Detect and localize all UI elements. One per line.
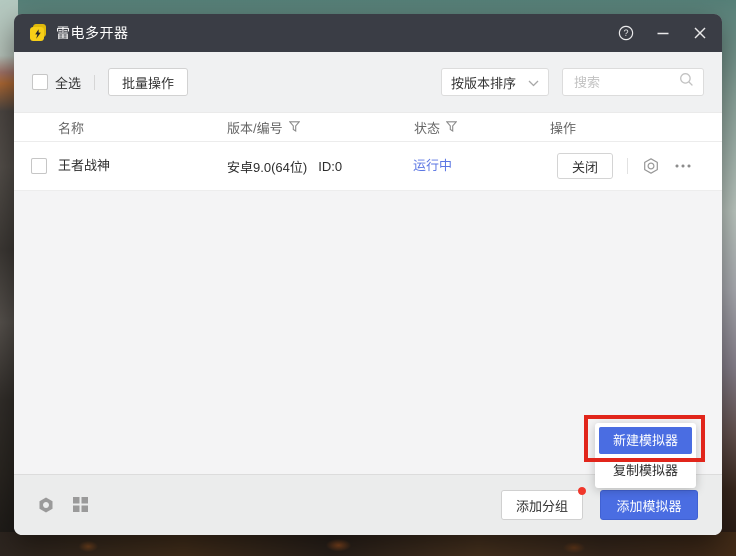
batch-operation-button[interactable]: 批量操作 xyxy=(108,68,188,96)
svg-text:?: ? xyxy=(623,28,628,38)
app-window: 雷电多开器 ? 全选 批量操作 按版本排序 xyxy=(14,14,722,535)
titlebar-controls: ? xyxy=(618,25,708,41)
column-header-name[interactable]: 名称 xyxy=(58,113,84,141)
row-checkbox[interactable] xyxy=(31,158,47,174)
emulator-id: ID:0 xyxy=(318,159,342,174)
search-box[interactable] xyxy=(562,68,704,96)
menu-item-copy-emulator[interactable]: 复制模拟器 xyxy=(599,457,692,484)
add-group-button[interactable]: 添加分组 xyxy=(501,490,583,520)
window-title: 雷电多开器 xyxy=(56,23,129,43)
menu-item-new-emulator[interactable]: 新建模拟器 xyxy=(599,427,692,454)
add-emulator-context-menu: 新建模拟器 复制模拟器 xyxy=(595,423,696,488)
status-badge: 运行中 xyxy=(413,142,452,190)
filter-funnel-icon[interactable] xyxy=(289,120,300,135)
toolbar-divider xyxy=(94,75,95,90)
emulator-version: 安卓9.0(64位) xyxy=(227,157,307,176)
column-header-status[interactable]: 状态 xyxy=(414,113,457,141)
emulator-name: 王者战神 xyxy=(58,142,110,190)
add-emulator-button[interactable]: 添加模拟器 xyxy=(600,490,698,520)
sort-dropdown-value: 按版本排序 xyxy=(451,73,528,92)
search-icon xyxy=(679,72,694,92)
titlebar: 雷电多开器 ? xyxy=(14,14,722,52)
search-input[interactable] xyxy=(572,74,679,91)
column-header-operation: 操作 xyxy=(550,113,576,141)
grid-view-icon[interactable] xyxy=(72,496,90,514)
more-options-icon[interactable] xyxy=(674,158,692,174)
row-divider xyxy=(627,158,628,174)
select-all-label: 全选 xyxy=(55,73,81,92)
settings-gear-icon[interactable] xyxy=(642,157,660,175)
toolbar: 全选 批量操作 按版本排序 xyxy=(14,52,722,112)
wallpaper-bottom-rocks xyxy=(0,532,736,556)
minimize-icon[interactable] xyxy=(655,25,671,41)
app-logo-icon xyxy=(28,23,48,43)
table-row: 王者战神 安卓9.0(64位) ID:0 运行中 关闭 xyxy=(14,142,722,191)
sort-dropdown[interactable]: 按版本排序 xyxy=(441,68,549,96)
close-icon[interactable] xyxy=(692,25,708,41)
help-icon[interactable]: ? xyxy=(618,25,634,41)
filter-funnel-icon[interactable] xyxy=(446,120,457,135)
emulator-version-cell: 安卓9.0(64位) ID:0 xyxy=(227,142,342,190)
column-label: 操作 xyxy=(550,118,576,137)
select-all-checkbox[interactable] xyxy=(32,74,48,90)
notification-dot xyxy=(578,487,586,495)
column-label: 名称 xyxy=(58,118,84,137)
add-group-label: 添加分组 xyxy=(516,499,568,514)
column-label: 状态 xyxy=(414,118,440,137)
global-settings-gear-icon[interactable] xyxy=(37,496,55,514)
column-header-version[interactable]: 版本/编号 xyxy=(227,113,300,141)
close-emulator-button[interactable]: 关闭 xyxy=(557,153,613,179)
chevron-down-icon xyxy=(528,75,539,90)
table-header: 名称 版本/编号 状态 操作 xyxy=(14,112,722,142)
column-label: 版本/编号 xyxy=(227,118,283,137)
